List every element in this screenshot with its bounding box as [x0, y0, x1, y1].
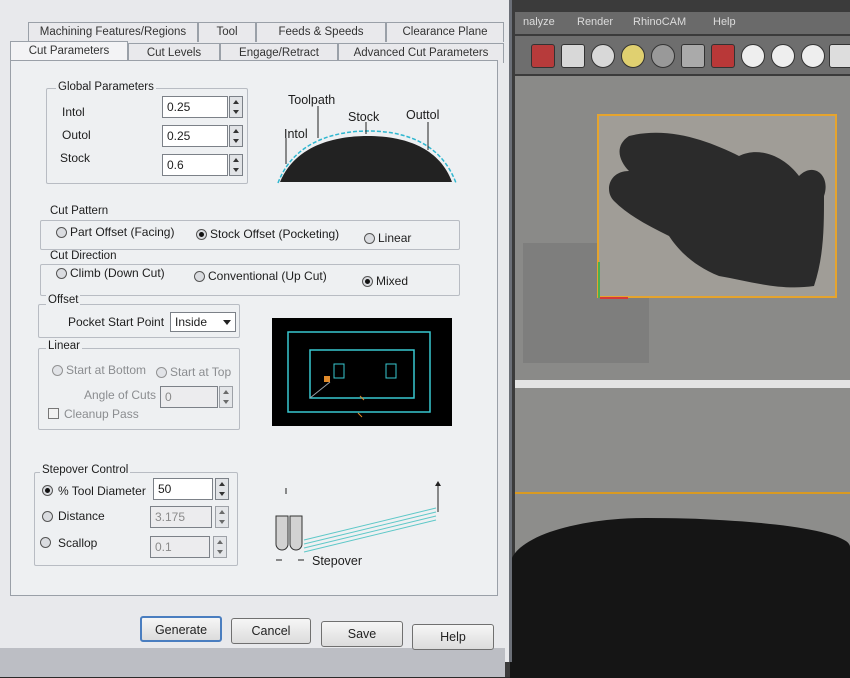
tool-diameter-spinner[interactable] — [215, 478, 229, 500]
distance-field[interactable]: 3.175 — [150, 506, 212, 528]
rhino-toolbar — [515, 36, 850, 74]
layers-icon[interactable] — [531, 44, 555, 68]
stock-offset-label[interactable]: Stock Offset (Pocketing) — [210, 227, 339, 241]
angle-of-cuts-field[interactable]: 0 — [160, 386, 218, 408]
gear-icon[interactable] — [829, 44, 850, 68]
cube-icon[interactable] — [711, 44, 735, 68]
stock-spinner[interactable] — [229, 154, 243, 176]
toolpath-label: Toolpath — [288, 93, 336, 107]
box-icon[interactable] — [561, 44, 585, 68]
stock-label: Stock — [60, 151, 91, 165]
climb-label[interactable]: Climb (Down Cut) — [70, 266, 165, 280]
y-axis-icon — [598, 262, 600, 298]
offset-title: Offset — [46, 294, 81, 306]
start-bottom-label[interactable]: Start at Bottom — [66, 363, 146, 377]
cancel-button[interactable]: Cancel — [231, 618, 311, 644]
tool-diameter-field[interactable]: 50 — [153, 478, 213, 500]
stepover-diagram-label: Stepover — [312, 554, 363, 568]
radio-start-bottom[interactable] — [52, 365, 63, 376]
radio-distance[interactable] — [42, 511, 53, 522]
x-axis-icon — [600, 297, 628, 299]
stock-diagram-label: Stock — [348, 110, 380, 124]
viewport-surface — [510, 518, 850, 678]
outol-spinner[interactable] — [229, 125, 243, 147]
angle-spinner[interactable] — [219, 386, 233, 408]
cut-pattern-title: Cut Pattern — [48, 205, 111, 217]
intol-field[interactable]: 0.25 — [162, 96, 228, 118]
menu-analyze[interactable]: nalyze — [523, 16, 555, 28]
radio-linear[interactable] — [364, 233, 375, 244]
radio-conventional[interactable] — [194, 271, 205, 282]
linear-title: Linear — [46, 340, 82, 352]
selected-part-bounding-box[interactable] — [597, 114, 837, 298]
menu-rhinocam[interactable]: RhinoCAM — [633, 16, 686, 28]
tab-clearance-plane[interactable]: Clearance Plane — [386, 22, 504, 42]
pocket-start-label: Pocket Start Point — [68, 315, 165, 329]
distance-label[interactable]: Distance — [58, 509, 105, 523]
generate-button[interactable]: Generate — [140, 616, 222, 642]
cut-direction-title: Cut Direction — [48, 250, 119, 262]
intol-diagram-label: Intol — [284, 127, 308, 141]
pocket-start-select[interactable]: Inside — [170, 312, 236, 332]
part-offset-label[interactable]: Part Offset (Facing) — [70, 225, 174, 239]
cleanup-pass-label[interactable]: Cleanup Pass — [64, 407, 139, 421]
radio-start-top[interactable] — [156, 367, 167, 378]
scallop-spinner[interactable] — [213, 536, 227, 558]
menu-render[interactable]: Render — [577, 16, 613, 28]
save-button[interactable]: Save — [321, 621, 403, 647]
tab-machining-features[interactable]: Machining Features/Regions — [28, 22, 198, 42]
radio-tool-diameter[interactable] — [42, 485, 53, 496]
intol-spinner[interactable] — [229, 96, 243, 118]
radio-scallop[interactable] — [40, 537, 51, 548]
status-strip — [0, 648, 505, 677]
tab-feeds-speeds[interactable]: Feeds & Speeds — [256, 22, 386, 42]
outol-field[interactable]: 0.25 — [162, 125, 228, 147]
outtol-label: Outtol — [406, 108, 440, 122]
viewport-guide-line — [515, 492, 850, 494]
stock-field[interactable]: 0.6 — [162, 154, 228, 176]
mixed-label[interactable]: Mixed — [376, 274, 408, 288]
start-top-label[interactable]: Start at Top — [170, 365, 231, 379]
stepover-diagram — [275, 481, 441, 561]
radio-climb[interactable] — [56, 268, 67, 279]
lightbulb-icon[interactable] — [651, 44, 675, 68]
pocketing-preview-diagram — [287, 331, 431, 418]
stepover-title: Stepover Control — [40, 464, 131, 476]
pipe-icon[interactable] — [591, 44, 615, 68]
circle-icon[interactable] — [771, 44, 795, 68]
scallop-label[interactable]: Scallop — [58, 536, 97, 550]
tool-diameter-label[interactable]: % Tool Diameter — [58, 484, 146, 498]
radio-stock-offset[interactable] — [196, 229, 207, 240]
rhino-menubar: nalyze Render RhinoCAM Help — [515, 12, 850, 34]
hand-shape — [609, 132, 826, 288]
sphere-icon[interactable] — [741, 44, 765, 68]
scallop-field[interactable]: 0.1 — [150, 536, 210, 558]
viewport-separator[interactable] — [515, 380, 850, 388]
pocket-start-value: Inside — [175, 315, 208, 329]
lightbulb-icon[interactable] — [621, 44, 645, 68]
menu-help[interactable]: Help — [713, 16, 736, 28]
help-button[interactable]: Help — [412, 624, 494, 650]
lock-icon[interactable] — [681, 44, 705, 68]
angle-of-cuts-label: Angle of Cuts — [84, 388, 157, 402]
radio-mixed[interactable] — [362, 276, 373, 287]
cleanup-pass-checkbox[interactable] — [48, 408, 59, 419]
pocketing-preview — [272, 318, 452, 426]
tab-tool[interactable]: Tool — [198, 22, 256, 42]
intol-label: Intol — [62, 105, 85, 119]
chevron-down-icon — [223, 320, 231, 325]
tab-cut-parameters[interactable]: Cut Parameters — [10, 41, 128, 62]
radio-part-offset[interactable] — [56, 227, 67, 238]
global-parameters-title: Global Parameters — [56, 81, 156, 93]
circle-icon[interactable] — [801, 44, 825, 68]
distance-spinner[interactable] — [215, 506, 229, 528]
conventional-label[interactable]: Conventional (Up Cut) — [208, 269, 327, 283]
outol-label: Outol — [62, 128, 91, 142]
linear-label[interactable]: Linear — [378, 231, 411, 245]
